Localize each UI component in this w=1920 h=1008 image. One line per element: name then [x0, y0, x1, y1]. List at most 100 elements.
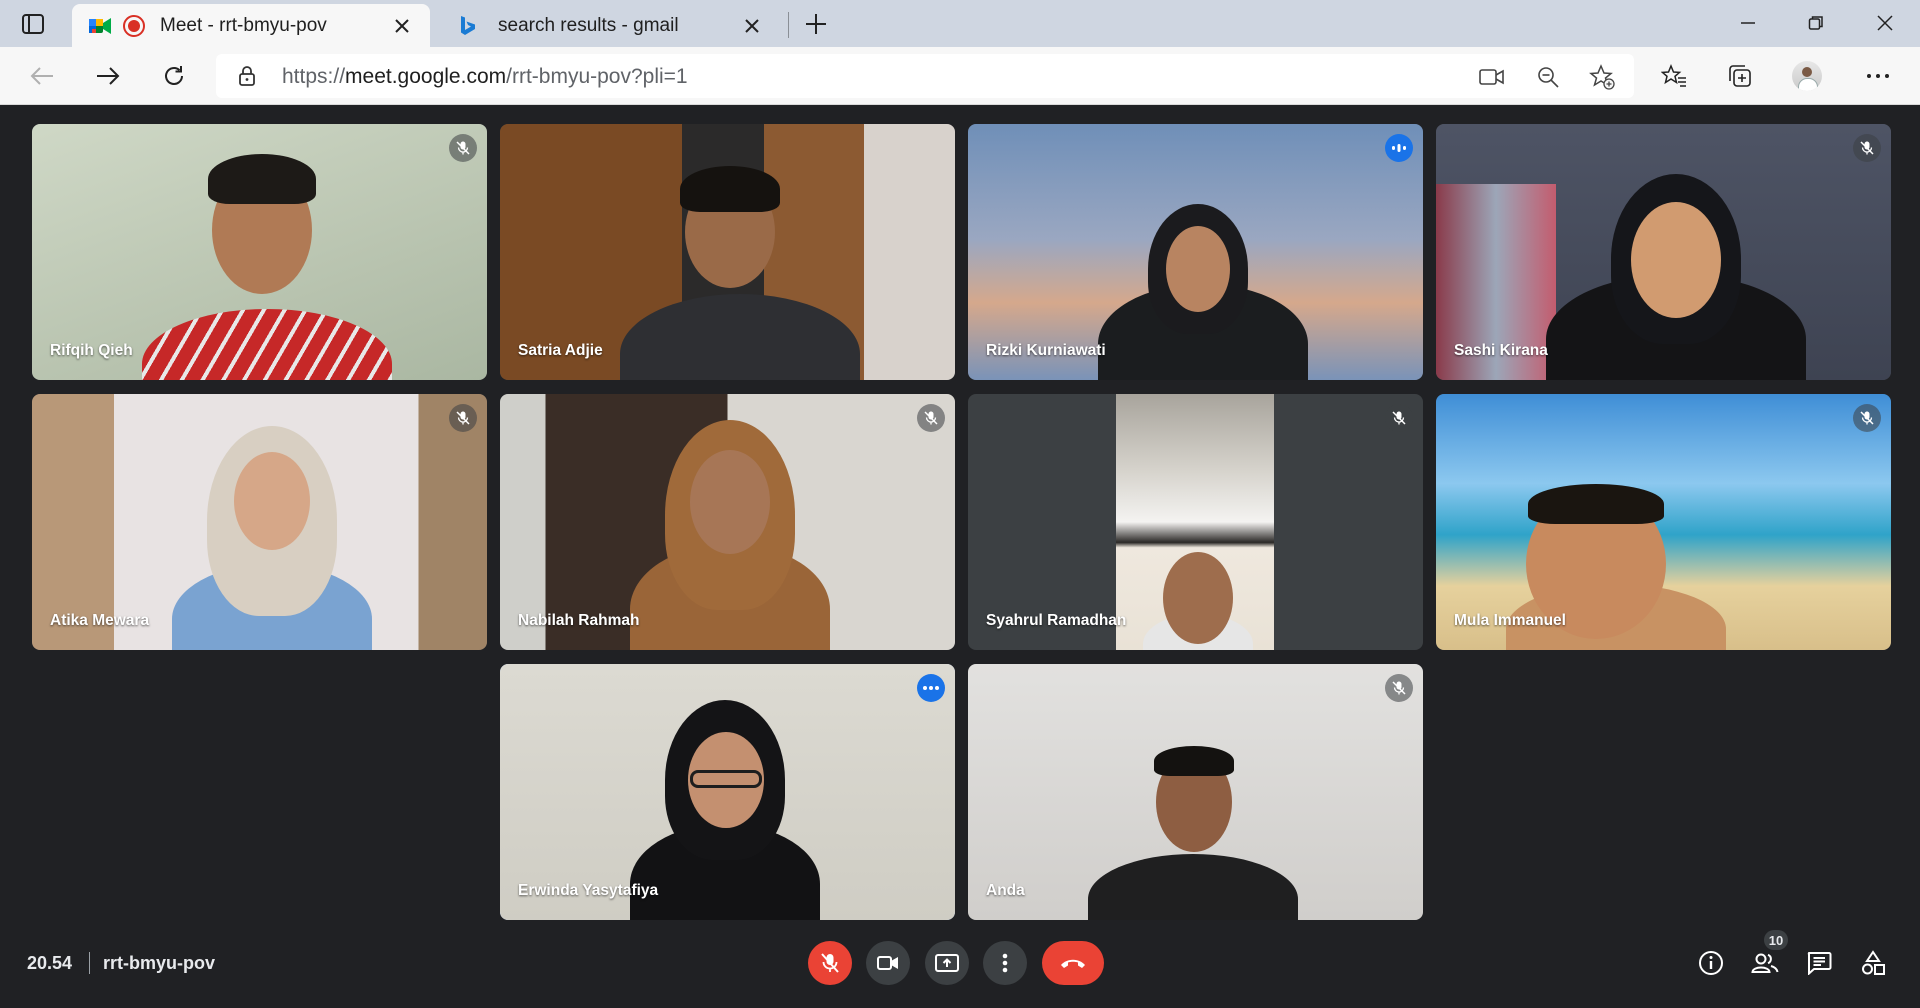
add-favorite-icon[interactable]: [1588, 63, 1616, 91]
google-meet-icon: [88, 14, 112, 38]
mic-off-icon: [917, 404, 945, 432]
tab-actions-icon: [22, 14, 44, 34]
call-end-icon: [1061, 959, 1085, 968]
collections-button[interactable]: [1722, 59, 1758, 93]
participant-count-badge: 10: [1764, 930, 1788, 950]
info-icon: [1699, 951, 1723, 975]
participant-tile[interactable]: Rifqih Qieh: [32, 124, 487, 380]
participant-tile[interactable]: Anda: [968, 664, 1423, 920]
participant-name: Anda: [986, 882, 1025, 899]
meet-stage: Rifqih Qieh Satria Adjie Rizki Kurniawat…: [0, 106, 1920, 1008]
participant-tile[interactable]: Atika Mewara: [32, 394, 487, 650]
address-bar[interactable]: https://meet.google.com/rrt-bmyu-pov?pli…: [216, 54, 1634, 98]
recording-icon: [122, 14, 146, 38]
mic-off-icon: [1853, 404, 1881, 432]
leave-call-button[interactable]: [1042, 941, 1104, 985]
camera-toggle-button[interactable]: [866, 941, 910, 985]
refresh-icon: [165, 66, 183, 85]
participant-name: Satria Adjie: [518, 342, 603, 359]
participant-tile[interactable]: Mula Immanuel: [1436, 394, 1891, 650]
lock-icon[interactable]: [236, 65, 258, 87]
microphone-toggle-button[interactable]: [808, 941, 852, 985]
forward-button[interactable]: [90, 59, 126, 93]
meeting-details-button[interactable]: [1694, 946, 1728, 980]
person-head: [234, 452, 310, 550]
minimize-icon: [1741, 22, 1755, 24]
zoom-out-icon[interactable]: [1534, 63, 1562, 91]
person-head: [1163, 552, 1233, 644]
participant-name: Sashi Kirana: [1454, 342, 1548, 359]
favorites-button[interactable]: [1656, 59, 1692, 93]
more-options-button[interactable]: [983, 941, 1027, 985]
participant-tile[interactable]: Nabilah Rahmah: [500, 394, 955, 650]
new-tab-button[interactable]: [800, 9, 832, 39]
participant-tile[interactable]: Syahrul Ramadhan: [968, 394, 1423, 650]
close-icon: [395, 18, 409, 33]
refresh-button[interactable]: [156, 59, 192, 93]
participant-tile[interactable]: Satria Adjie: [500, 124, 955, 380]
tab-actions-button[interactable]: [18, 10, 48, 38]
more-horizontal-icon: [1867, 74, 1889, 78]
mic-off-icon: [1385, 674, 1413, 702]
tab-title: Meet - rrt-bmyu-pov: [160, 14, 327, 36]
url-path: /rrt-bmyu-pov?pli=1: [506, 65, 688, 88]
divider: [89, 952, 90, 974]
chat-button[interactable]: [1802, 946, 1836, 980]
plus-icon: [806, 14, 826, 34]
participant-name: Nabilah Rahmah: [518, 612, 640, 629]
participant-name: Rizki Kurniawati: [986, 342, 1106, 359]
tab-close-button[interactable]: [388, 12, 416, 40]
participant-name: Syahrul Ramadhan: [986, 612, 1127, 629]
meeting-code: rrt-bmyu-pov: [103, 953, 215, 973]
participant-tile[interactable]: Erwinda Yasytafiya: [500, 664, 955, 920]
tab-strip: Meet - rrt-bmyu-pov search results - gma…: [0, 0, 1920, 47]
tab-title: search results - gmail: [498, 14, 679, 36]
back-button[interactable]: [24, 59, 60, 93]
chat-icon: [1807, 952, 1832, 975]
activities-button[interactable]: [1856, 946, 1890, 980]
collections-icon: [1729, 65, 1751, 87]
meet-control-bar: 20.54 rrt-bmyu-pov 10: [0, 930, 1920, 998]
favorites-icon: [1661, 64, 1686, 87]
bing-icon: [456, 14, 480, 38]
camera-in-use-icon[interactable]: [1478, 63, 1506, 91]
minimize-button[interactable]: [1730, 8, 1766, 38]
speaking-indicator-icon: [1385, 134, 1413, 162]
present-to-all-icon: [935, 954, 959, 972]
more-vertical-icon: [1002, 953, 1008, 973]
participants-button[interactable]: [1748, 946, 1782, 980]
speaking-indicator-icon: [917, 674, 945, 702]
close-icon: [745, 18, 759, 33]
person-hair: [680, 166, 780, 212]
participant-name: Erwinda Yasytafiya: [518, 882, 659, 899]
tab-meet[interactable]: Meet - rrt-bmyu-pov: [72, 4, 430, 47]
participant-tile[interactable]: Sashi Kirana: [1436, 124, 1891, 380]
videocam-icon: [877, 956, 898, 970]
arrow-right-icon: [97, 67, 120, 85]
participant-name: Atika Mewara: [50, 612, 150, 629]
present-screen-button[interactable]: [925, 941, 969, 985]
mic-off-icon: [1853, 134, 1881, 162]
participant-name: Mula Immanuel: [1454, 612, 1566, 629]
meeting-clock: 20.54: [27, 953, 73, 973]
close-icon: [1877, 15, 1893, 31]
profile-avatar[interactable]: [1792, 61, 1822, 91]
person-glasses: [690, 770, 762, 788]
close-window-button[interactable]: [1867, 8, 1903, 38]
participant-name: Rifqih Qieh: [50, 342, 133, 359]
person-head: [1166, 226, 1230, 312]
url-host: meet.google.com: [345, 65, 507, 88]
mic-off-icon: [821, 953, 839, 973]
more-menu-button[interactable]: [1860, 59, 1896, 93]
browser-toolbar: https://meet.google.com/rrt-bmyu-pov?pli…: [0, 47, 1920, 105]
tab-close-button[interactable]: [738, 12, 766, 40]
restore-button[interactable]: [1798, 8, 1834, 38]
shapes-icon: [1862, 950, 1885, 975]
tab-search-results[interactable]: search results - gmail: [440, 4, 780, 47]
participant-tile[interactable]: Rizki Kurniawati: [968, 124, 1423, 380]
restore-icon: [1808, 16, 1823, 30]
person-hair: [208, 154, 316, 204]
person-hair: [1154, 746, 1234, 776]
mic-off-icon: [449, 134, 477, 162]
tab-separator: [788, 12, 789, 38]
